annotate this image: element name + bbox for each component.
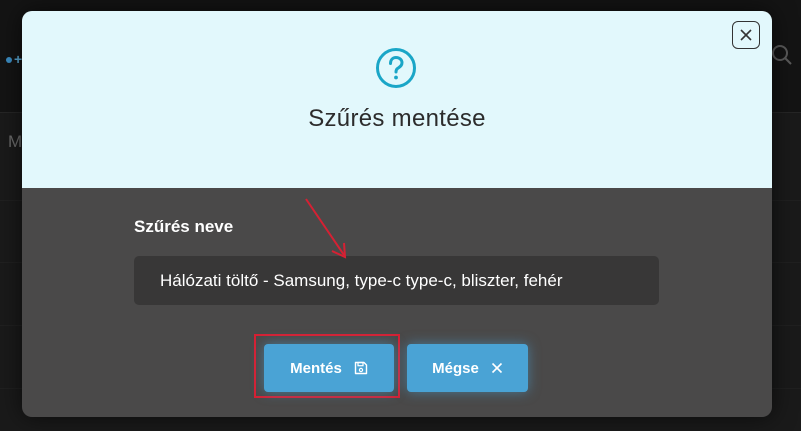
floppy-disk-icon bbox=[354, 361, 368, 375]
background-search-icon bbox=[772, 45, 792, 65]
question-circle-icon bbox=[376, 48, 416, 88]
save-button-label: Mentés bbox=[290, 359, 342, 377]
filter-name-label: Szűrés neve bbox=[134, 217, 234, 236]
close-button[interactable] bbox=[732, 21, 760, 49]
dialog-title: Szűrés mentése bbox=[308, 105, 486, 132]
save-button[interactable]: Mentés bbox=[264, 344, 394, 392]
filter-name-value: Hálózati töltő - Samsung, type-c type-c,… bbox=[160, 270, 563, 290]
cancel-button-label: Mégse bbox=[432, 359, 479, 377]
cancel-button[interactable]: Mégse bbox=[407, 344, 528, 392]
dialog-header: Szűrés mentése bbox=[22, 11, 772, 188]
close-icon bbox=[740, 29, 752, 41]
filter-name-input[interactable]: Hálózati töltő - Samsung, type-c type-c,… bbox=[134, 256, 659, 305]
annotation-arrow bbox=[305, 198, 347, 259]
background-partial-text: M bbox=[8, 132, 23, 151]
save-filter-dialog: Szűrés mentése Szűrés neve Hálózati tölt… bbox=[22, 11, 772, 417]
x-icon bbox=[491, 362, 502, 374]
